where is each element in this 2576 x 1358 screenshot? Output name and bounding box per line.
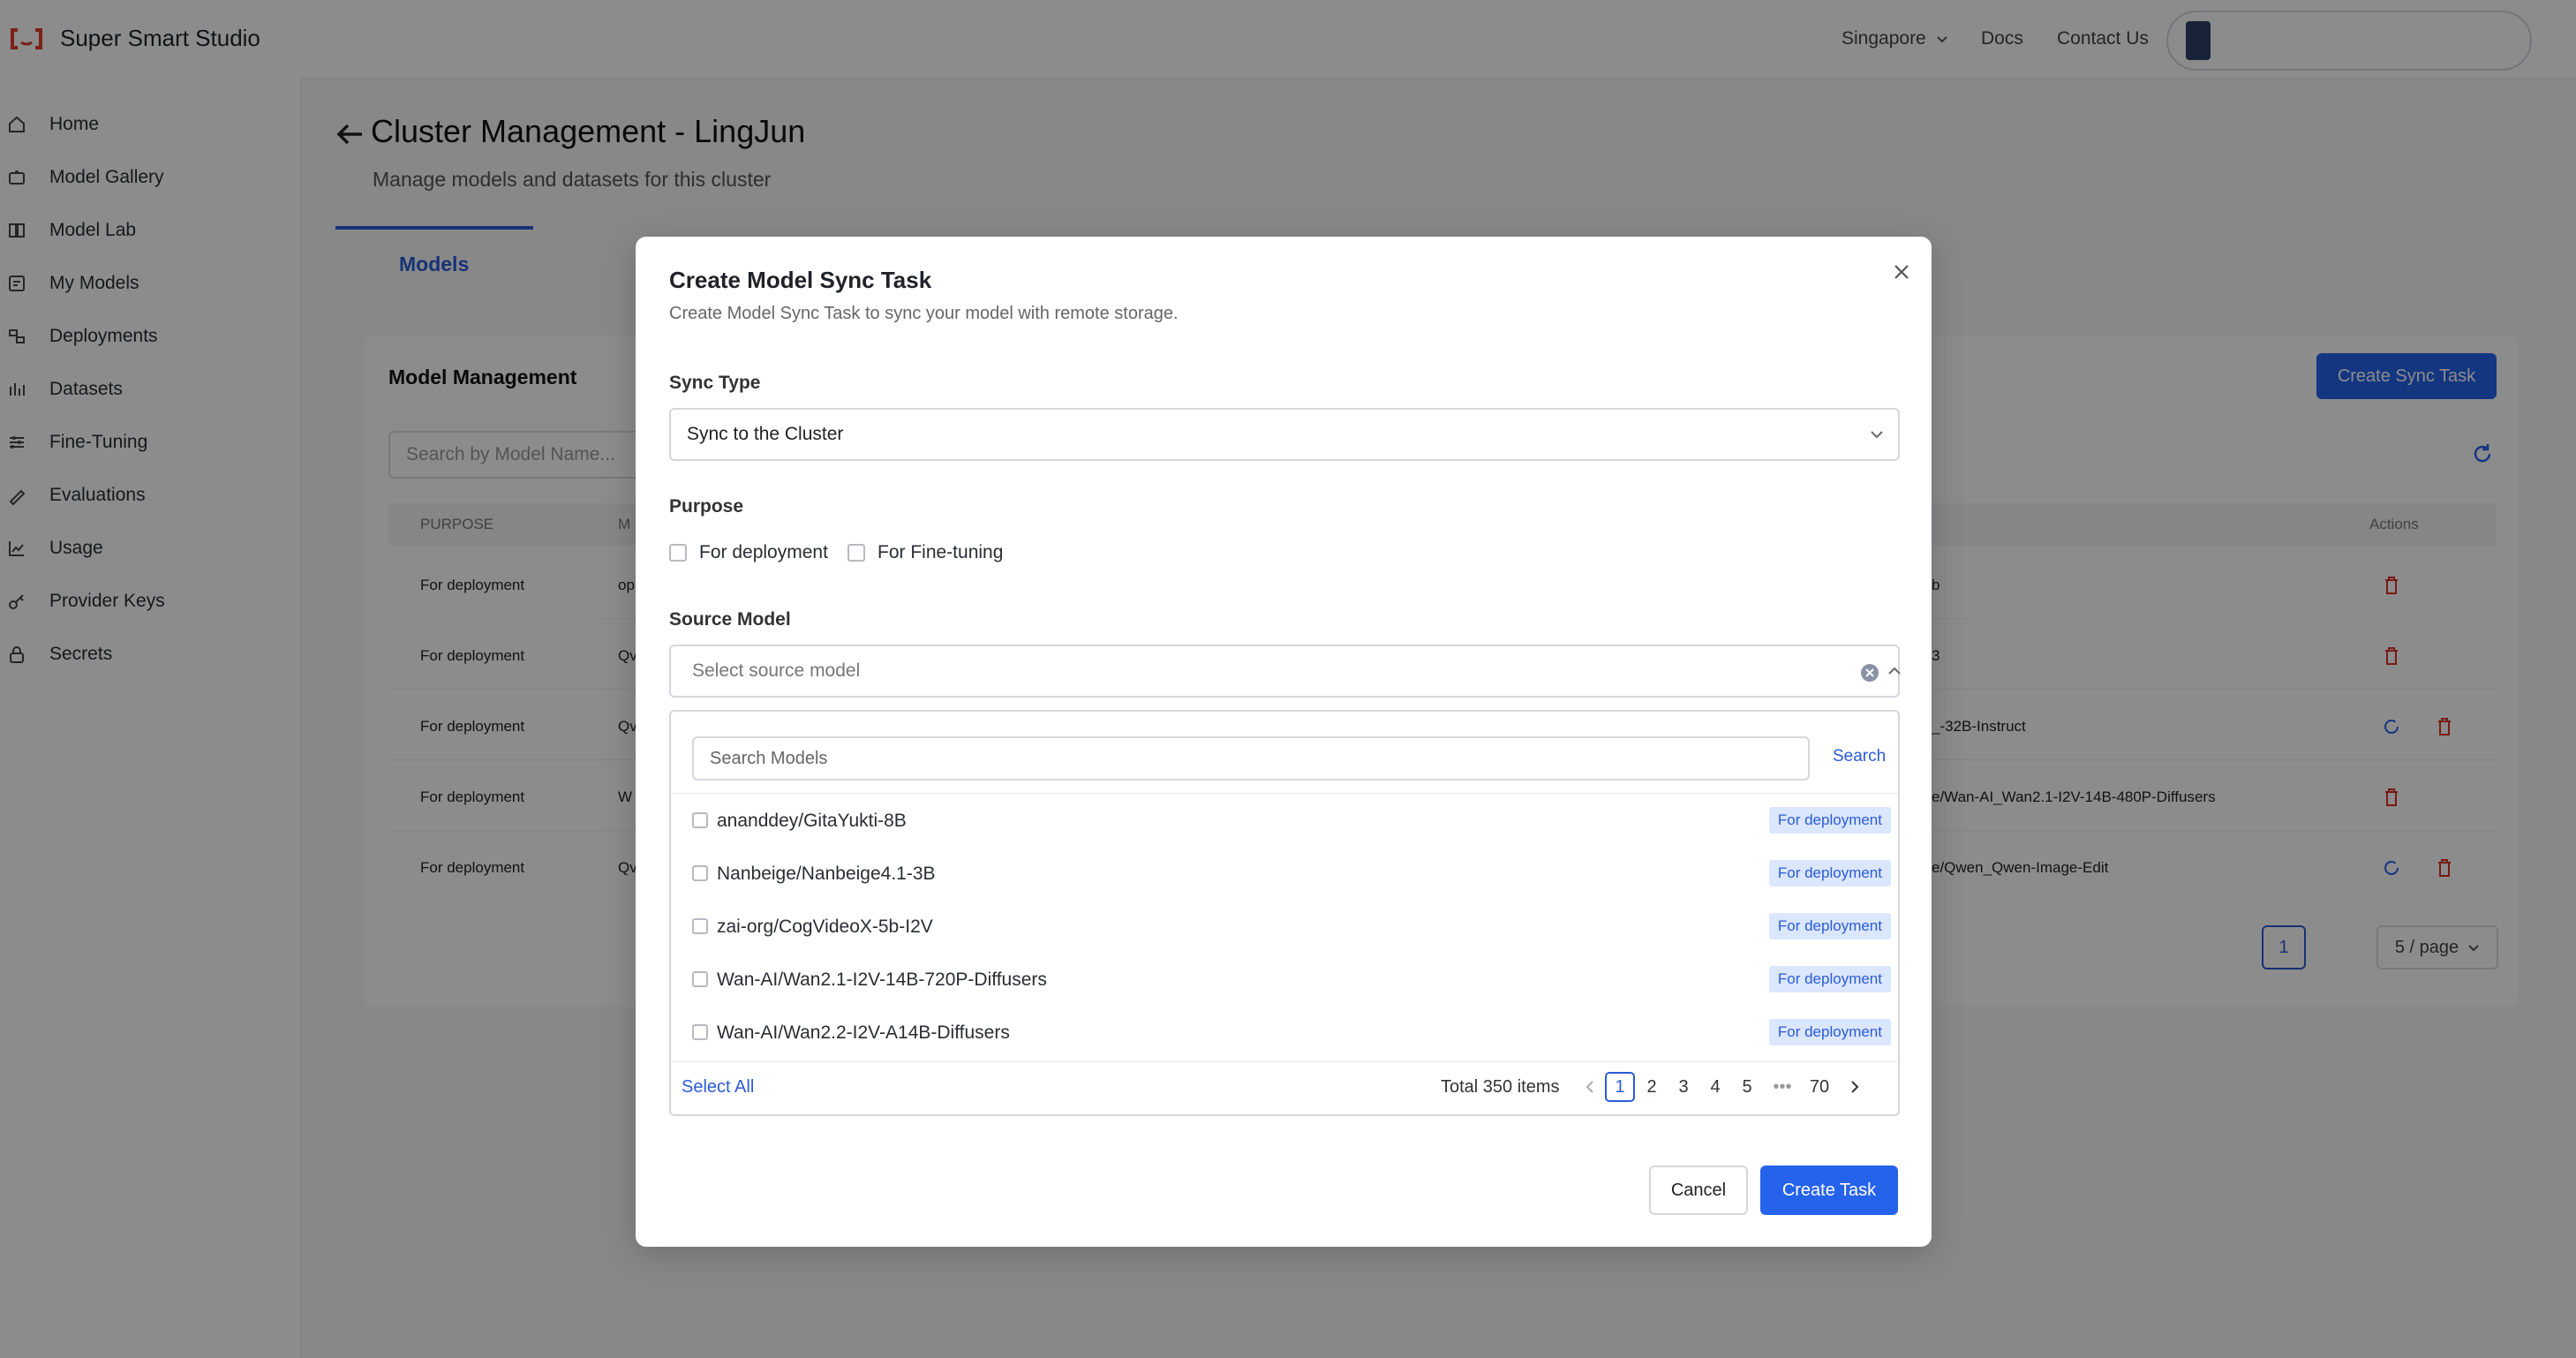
dialog-description: Create Model Sync Task to sync your mode… [669, 304, 1179, 323]
checkbox[interactable] [692, 971, 708, 987]
sync-type-select[interactable]: Sync to the Cluster [669, 408, 1900, 461]
dialog-title: Create Model Sync Task [669, 267, 932, 293]
source-model-placeholder: Select source model [692, 660, 861, 681]
model-name: zai-org/CogVideoX-5b-I2V [717, 917, 933, 937]
source-model-select[interactable]: Select source model [669, 645, 1903, 698]
list-item[interactable]: Wan-AI/Wan2.2-I2V-A14B-Diffusers For dep… [692, 1015, 1891, 1051]
total-items: Total 350 items [1441, 1077, 1560, 1097]
sync-type-value: Sync to the Cluster [687, 424, 844, 444]
purpose-tag: For deployment [1768, 807, 1891, 834]
chevron-down-icon [1871, 431, 1883, 439]
page-70[interactable]: 70 [1806, 1072, 1833, 1102]
purpose-tag: For deployment [1768, 966, 1891, 992]
page-1[interactable]: 1 [1605, 1072, 1635, 1102]
page-5[interactable]: 5 [1734, 1072, 1760, 1102]
purpose-label: Purpose [669, 496, 744, 517]
list-item[interactable]: ananddey/GitaYukti-8B For deployment [692, 803, 1891, 839]
cancel-button[interactable]: Cancel [1649, 1166, 1748, 1215]
chevron-right-icon[interactable] [1847, 1079, 1863, 1095]
checkbox[interactable] [692, 812, 708, 828]
checkbox-label: For Fine-tuning [877, 542, 1004, 562]
model-name: ananddey/GitaYukti-8B [717, 811, 907, 831]
search-button[interactable]: Search [1833, 747, 1886, 766]
checkbox[interactable] [692, 865, 708, 881]
purpose-tag: For deployment [1768, 1019, 1891, 1045]
page-ellipsis[interactable]: ••• [1769, 1072, 1796, 1102]
list-item[interactable]: zai-org/CogVideoX-5b-I2V For deployment [692, 909, 1891, 945]
purpose-tag: For deployment [1768, 860, 1891, 886]
checkbox[interactable] [692, 918, 708, 934]
purpose-deployment-checkbox[interactable]: For deployment [669, 542, 828, 563]
divider [671, 793, 1898, 794]
purpose-fine-tuning-checkbox[interactable]: For Fine-tuning [847, 542, 1003, 563]
purpose-tag: For deployment [1768, 913, 1891, 939]
create-model-sync-task-dialog: Create Model Sync Task Create Model Sync… [636, 237, 1932, 1247]
source-model-label: Source Model [669, 609, 791, 630]
page-4[interactable]: 4 [1702, 1072, 1729, 1102]
chevron-left-icon[interactable] [1582, 1079, 1598, 1095]
search-models-field[interactable] [694, 738, 1808, 779]
source-model-dropdown: Search ananddey/GitaYukti-8B For deploym… [669, 710, 1900, 1116]
divider [671, 1061, 1898, 1062]
model-name: Wan-AI/Wan2.2-I2V-A14B-Diffusers [717, 1022, 1010, 1043]
clear-icon[interactable] [1859, 662, 1880, 683]
list-item[interactable]: Wan-AI/Wan2.1-I2V-14B-720P-Diffusers For… [692, 962, 1891, 998]
model-name: Nanbeige/Nanbeige4.1-3B [717, 864, 936, 884]
checkbox[interactable] [847, 544, 865, 562]
close-icon[interactable] [1887, 258, 1916, 286]
checkbox[interactable] [692, 1024, 708, 1040]
checkbox[interactable] [669, 544, 687, 562]
chevron-up-icon[interactable] [1886, 662, 1903, 680]
sync-type-label: Sync Type [669, 373, 761, 393]
page-2[interactable]: 2 [1638, 1072, 1665, 1102]
list-item[interactable]: Nanbeige/Nanbeige4.1-3B For deployment [692, 856, 1891, 892]
search-models-input[interactable] [692, 736, 1810, 781]
page-3[interactable]: 3 [1670, 1072, 1697, 1102]
checkbox-label: For deployment [699, 542, 828, 562]
select-all-link[interactable]: Select All [682, 1077, 754, 1098]
model-name: Wan-AI/Wan2.1-I2V-14B-720P-Diffusers [717, 969, 1047, 990]
create-task-button[interactable]: Create Task [1760, 1166, 1898, 1215]
